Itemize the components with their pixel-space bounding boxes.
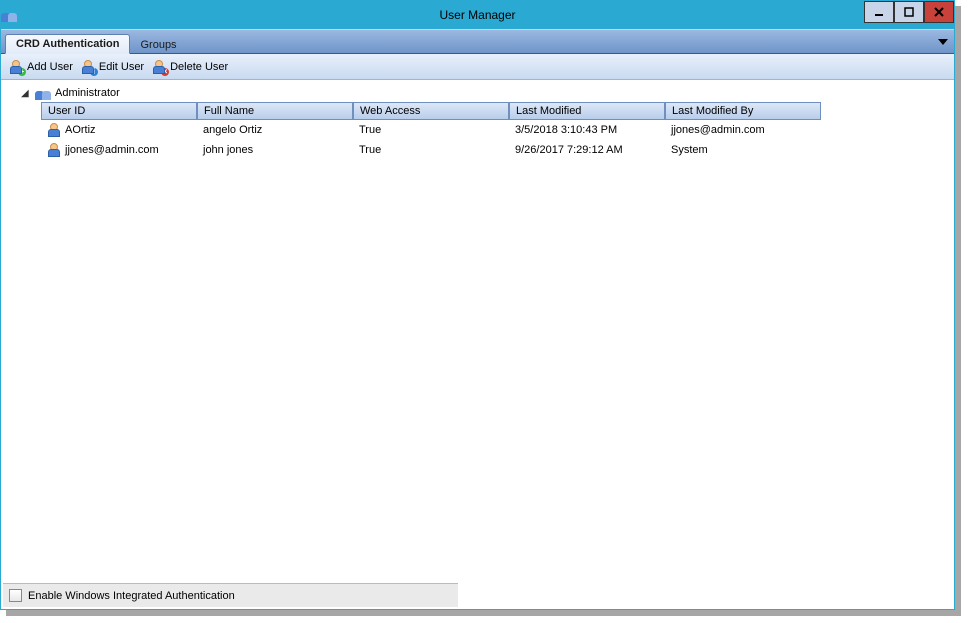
tree-root-row[interactable]: ◢ Administrator — [15, 84, 950, 102]
button-label: Add User — [27, 61, 73, 73]
column-header-lastmodifiedby[interactable]: Last Modified By — [665, 102, 821, 120]
column-label: Last Modified By — [672, 105, 753, 117]
cell-webaccess: True — [359, 144, 381, 156]
tabstrip-expand-button[interactable] — [938, 36, 948, 46]
tree-root-label: Administrator — [55, 87, 120, 99]
column-label: Web Access — [360, 105, 420, 117]
content-area: ◢ Administrator User ID Full Name Web Ac… — [1, 80, 954, 583]
table-row[interactable]: jjones@admin.com john jones True 9/26/20… — [41, 140, 825, 160]
delete-user-button[interactable]: × Delete User — [152, 60, 228, 74]
button-label: Edit User — [99, 61, 144, 73]
cell-lastmodified: 9/26/2017 7:29:12 AM — [515, 144, 623, 156]
button-label: Delete User — [170, 61, 228, 73]
column-header-lastmodified[interactable]: Last Modified — [509, 102, 665, 120]
tree-toggle-icon[interactable]: ◢ — [21, 88, 31, 99]
tab-groups[interactable]: Groups — [130, 36, 186, 54]
cell-lastmodified: 3/5/2018 3:10:43 PM — [515, 124, 617, 136]
window: User Manager CRD Authentication Groups + — [0, 0, 955, 610]
table-row[interactable]: AOrtiz angelo Ortiz True 3/5/2018 3:10:4… — [41, 120, 825, 140]
column-header-webaccess[interactable]: Web Access — [353, 102, 509, 120]
window-controls — [864, 1, 954, 23]
column-label: Full Name — [204, 105, 254, 117]
cell-fullname: john jones — [203, 144, 253, 156]
grid-header: User ID Full Name Web Access Last Modifi… — [41, 102, 825, 120]
maximize-icon — [904, 7, 914, 17]
toolbar: + Add User i Edit User × Delete User — [1, 54, 954, 80]
user-grid: User ID Full Name Web Access Last Modifi… — [41, 102, 825, 160]
group-icon — [35, 86, 51, 100]
footer-bar: Enable Windows Integrated Authentication — [3, 583, 458, 607]
window-title: User Manager — [439, 8, 515, 22]
tabstrip: CRD Authentication Groups — [1, 29, 954, 54]
delete-user-icon: × — [152, 60, 166, 74]
cell-lastmodifiedby: System — [671, 144, 708, 156]
cell-lastmodifiedby: jjones@admin.com — [671, 124, 765, 136]
tab-label: Groups — [140, 39, 176, 51]
cell-webaccess: True — [359, 124, 381, 136]
column-header-userid[interactable]: User ID — [41, 102, 197, 120]
checkbox-label: Enable Windows Integrated Authentication — [28, 590, 235, 602]
cell-fullname: angelo Ortiz — [203, 124, 262, 136]
tab-crd-authentication[interactable]: CRD Authentication — [5, 34, 130, 54]
column-label: Last Modified — [516, 105, 581, 117]
edit-user-icon: i — [81, 60, 95, 74]
chevron-down-icon — [938, 37, 948, 47]
app-icon — [1, 8, 17, 22]
cell-userid: jjones@admin.com — [65, 144, 159, 156]
add-user-icon: + — [9, 60, 23, 74]
cell-userid: AOrtiz — [65, 124, 96, 136]
minimize-icon — [874, 7, 884, 17]
add-user-button[interactable]: + Add User — [9, 60, 73, 74]
user-icon — [47, 123, 61, 137]
user-icon — [47, 143, 61, 157]
minimize-button[interactable] — [864, 1, 894, 23]
enable-wia-checkbox[interactable] — [9, 589, 22, 602]
titlebar[interactable]: User Manager — [1, 1, 954, 29]
maximize-button[interactable] — [894, 1, 924, 23]
column-label: User ID — [48, 105, 85, 117]
edit-user-button[interactable]: i Edit User — [81, 60, 144, 74]
close-icon — [934, 7, 944, 17]
column-header-fullname[interactable]: Full Name — [197, 102, 353, 120]
close-button[interactable] — [924, 1, 954, 23]
grid-body: AOrtiz angelo Ortiz True 3/5/2018 3:10:4… — [41, 120, 825, 160]
tab-label: CRD Authentication — [16, 38, 119, 50]
